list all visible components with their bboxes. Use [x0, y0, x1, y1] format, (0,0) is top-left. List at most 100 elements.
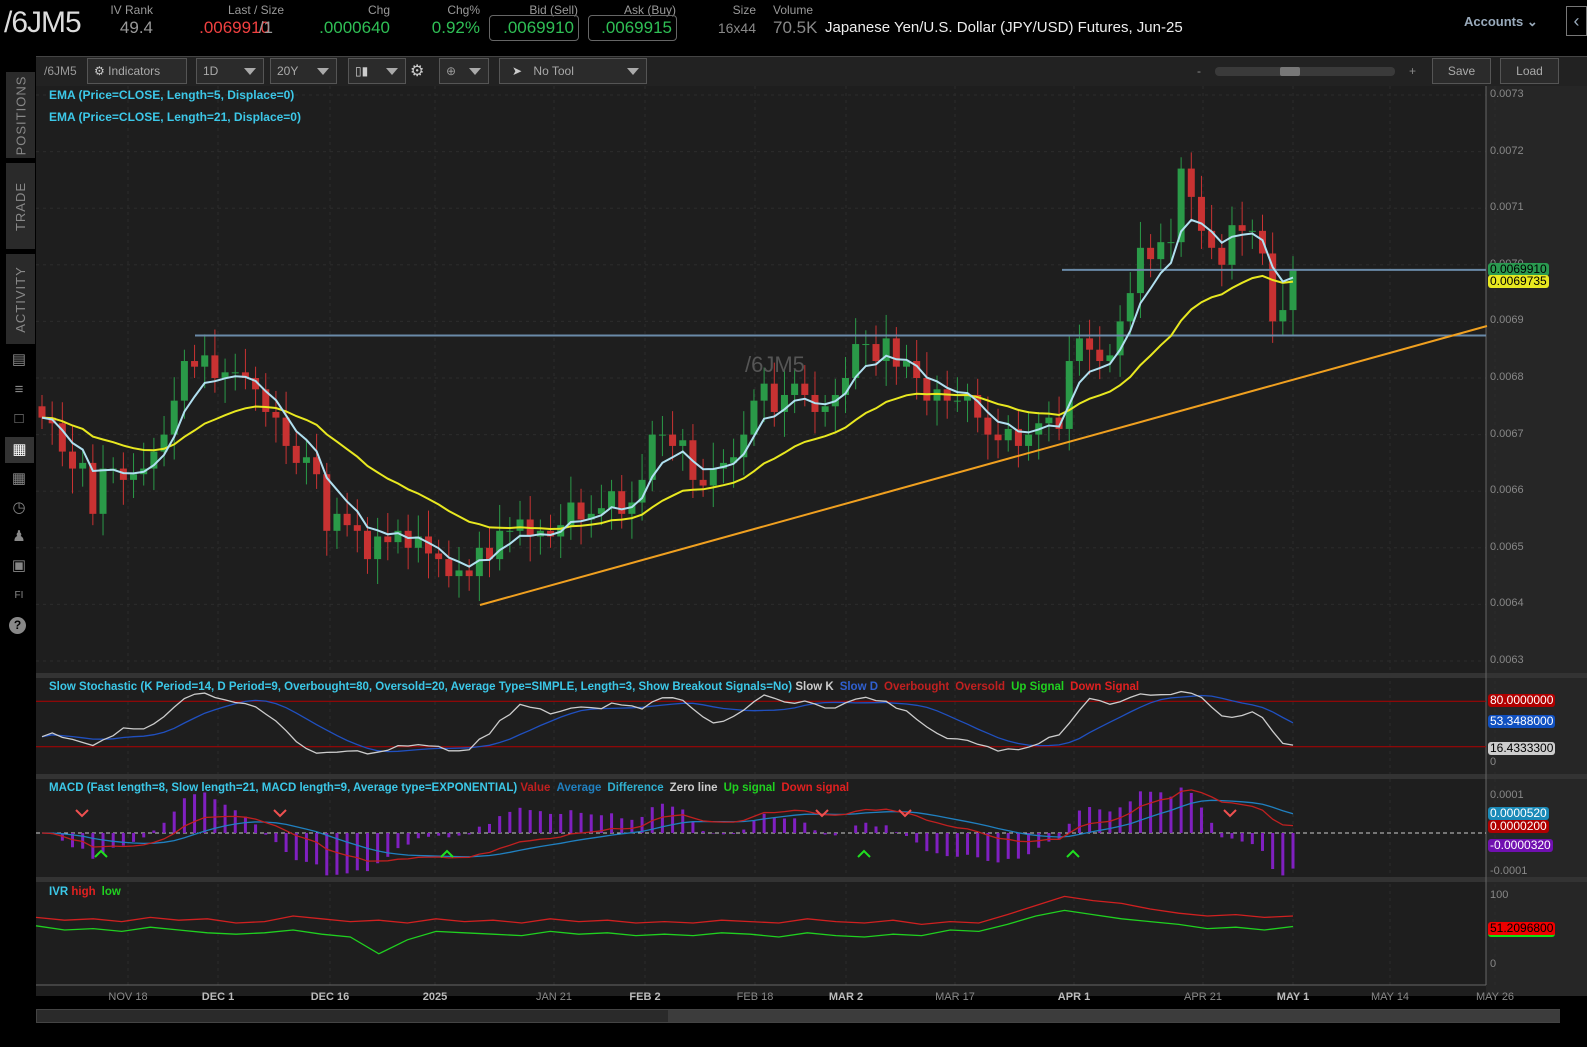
date-axis-label: APR 21 — [1184, 991, 1222, 1003]
candle-body — [709, 468, 717, 486]
candle-body — [1096, 349, 1104, 362]
candle-body — [333, 513, 341, 531]
candle-body — [516, 519, 524, 531]
candle-body — [191, 361, 199, 367]
macd-label[interactable]: MACD (Fast length=8, Slow length=21, MAC… — [49, 782, 855, 794]
ivr-tag: 51.2096800 — [1488, 921, 1556, 937]
stoch-axis-0: 0 — [1490, 756, 1497, 768]
price-axis-label: 0.0068 — [1490, 371, 1524, 383]
price-axis-label: 0.0072 — [1490, 144, 1524, 157]
overbought-tag: 80.0000000 — [1488, 693, 1556, 707]
candle-body — [791, 383, 799, 395]
candle-body — [465, 570, 473, 577]
candle-body — [445, 559, 453, 577]
macd-legend-item: Average — [556, 782, 602, 794]
slow-k-tag: 16.4333300 — [1488, 741, 1556, 755]
macd-axis-top: 0.0001 — [1490, 789, 1524, 801]
chart-canvas[interactable] — [0, 0, 1587, 1047]
candle-body — [1025, 434, 1033, 446]
macd-axis-bottom: -0.0001 — [1490, 865, 1528, 877]
stoch-legend-item: Overbought — [884, 681, 950, 693]
ema21-label[interactable]: EMA (Price=CLOSE, Length=21, Displace=0) — [49, 110, 301, 124]
stoch-legend-item: Up Signal — [1011, 681, 1065, 693]
stoch-legend-item: Oversold — [955, 681, 1006, 693]
candle-body — [282, 417, 290, 446]
candle-body — [923, 378, 931, 401]
macd-value-tag: 0.0000200 — [1488, 819, 1549, 833]
candle-body — [130, 474, 138, 480]
date-axis-label: FEB 18 — [736, 991, 774, 1003]
candle-body — [984, 417, 992, 435]
price-axis-label: 0.0063 — [1490, 654, 1524, 666]
ivr-axis-0: 0 — [1490, 958, 1497, 970]
candle-body — [435, 553, 443, 560]
candle-body — [1157, 242, 1165, 260]
candle-body — [679, 440, 687, 446]
ivr-label[interactable]: IVR high low — [49, 886, 127, 898]
stoch-legend-item: Slow D — [839, 681, 879, 693]
candle-body — [892, 338, 900, 367]
date-axis-label: NOV 18 — [108, 991, 148, 1003]
candle-body — [343, 513, 351, 526]
stoch-legend-item: Down Signal — [1070, 681, 1140, 693]
ivr-legend-item: high — [71, 886, 96, 898]
date-axis-label: JAN 21 — [535, 991, 573, 1003]
candle-body — [750, 400, 758, 435]
date-axis-label: MAY 14 — [1370, 991, 1410, 1003]
candle-body — [1086, 338, 1094, 350]
candle-body — [801, 383, 809, 395]
ivr-axis-100: 100 — [1490, 889, 1509, 901]
candle-body — [821, 406, 829, 412]
candle-body — [1269, 253, 1277, 322]
candle-body — [404, 530, 412, 548]
candle-body — [1126, 293, 1134, 322]
stochastic-label[interactable]: Slow Stochastic (K Period=14, D Period=9… — [49, 681, 1145, 693]
candle-body — [272, 411, 280, 418]
date-axis-label: DEC 16 — [310, 991, 350, 1003]
candle-body — [1279, 310, 1287, 322]
candle-body — [608, 491, 616, 509]
price-axis-label: 0.0067 — [1490, 427, 1524, 440]
candle-body — [760, 383, 768, 401]
macd-diff-tag: -0.0000320 — [1488, 838, 1553, 852]
date-axis-label: 2025 — [422, 991, 448, 1003]
candle-body — [953, 400, 961, 402]
candle-body — [770, 383, 778, 412]
candle-body — [1147, 247, 1155, 260]
candle-body — [1248, 230, 1256, 232]
stoch-legend-item: Slow K — [795, 681, 834, 693]
macd-legend-item: Zero line — [669, 782, 718, 794]
candle-body — [1065, 361, 1073, 429]
date-axis-label: DEC 1 — [201, 991, 235, 1003]
candle-body — [872, 344, 880, 362]
candle-body — [1228, 225, 1236, 265]
candle-body — [496, 530, 504, 560]
macd-legend-item: Value — [520, 782, 551, 794]
date-axis-label: MAY 1 — [1276, 991, 1310, 1003]
macd-legend-item: Up signal — [723, 782, 776, 794]
candle-body — [1187, 168, 1195, 197]
candle-body — [506, 530, 514, 532]
candle-body — [384, 536, 392, 543]
watermark-symbol: /6JM5 — [745, 352, 805, 377]
candle-body — [658, 434, 666, 436]
candle-body — [1075, 338, 1083, 362]
ema5-label[interactable]: EMA (Price=CLOSE, Length=5, Displace=0) — [49, 88, 294, 102]
candle-body — [1004, 428, 1012, 441]
macd-legend-item: Down signal — [781, 782, 850, 794]
price-axis-label: 0.0064 — [1490, 597, 1524, 610]
candle-body — [99, 468, 107, 514]
date-axis-label: FEB 2 — [629, 991, 661, 1003]
candle-body — [1289, 269, 1297, 311]
price-axis-label: 0.0066 — [1490, 484, 1524, 497]
candle-body — [353, 525, 361, 531]
scrollbar-thumb[interactable] — [668, 1010, 1560, 1022]
candle-body — [119, 468, 127, 480]
price-axis-label: 0.0071 — [1490, 201, 1524, 214]
candle-body — [374, 536, 382, 560]
candle-body — [79, 462, 87, 469]
ema-price-tag: 0.0069735 — [1488, 274, 1549, 288]
horizontal-scrollbar[interactable] — [36, 1009, 1560, 1023]
date-axis-label: MAY 26 — [1475, 991, 1515, 1003]
candle-body — [699, 479, 707, 486]
